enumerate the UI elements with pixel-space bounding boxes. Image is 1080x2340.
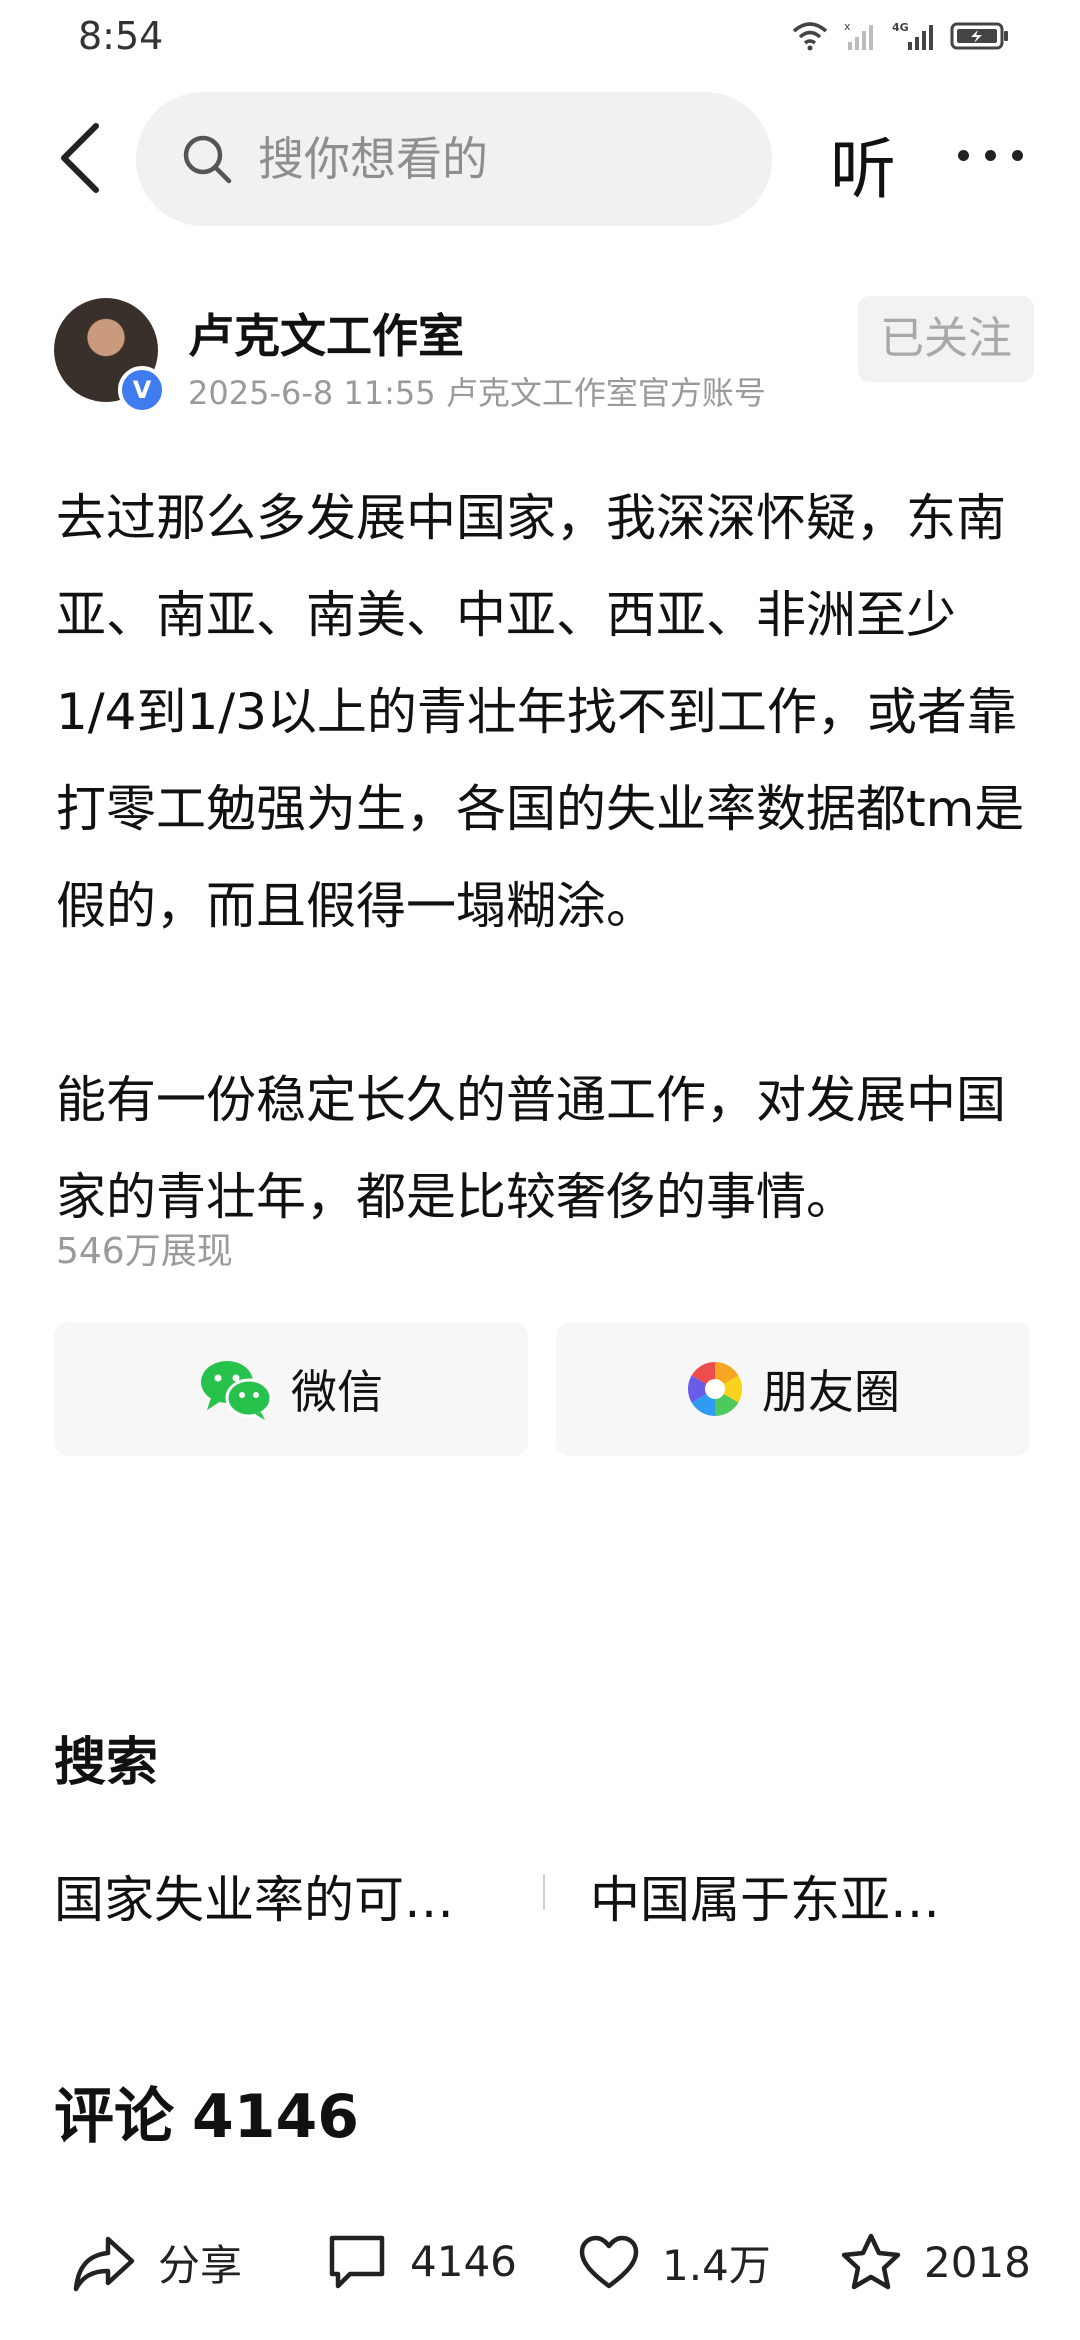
like-button[interactable]: 1.4万 — [578, 2232, 771, 2293]
signal-4g-icon: 4G — [892, 21, 933, 50]
author-name[interactable]: 卢克文工作室 — [188, 300, 464, 366]
comments-count: 4146 — [192, 2082, 359, 2152]
like-count: 1.4万 — [662, 2241, 771, 2290]
comment-icon — [329, 2235, 385, 2289]
search-input[interactable] — [256, 131, 740, 187]
back-icon — [61, 123, 99, 193]
share-label: 分享 — [158, 2241, 243, 2290]
follow-button[interactable]: 已关注 — [858, 296, 1034, 382]
more-icon[interactable] — [958, 150, 1023, 161]
search-suggestion[interactable]: 国家失业率的可… — [54, 1860, 454, 1932]
search-suggestion[interactable]: 中国属于东亚… — [590, 1860, 940, 1932]
comments-label: 评论 — [54, 2082, 174, 2152]
post-paragraph: 去过那么多发展中国家，我深深怀疑，东南亚、南亚、南美、中亚、西亚、非洲至少1/4… — [56, 489, 1025, 935]
share-wechat-button[interactable]: 微信 — [54, 1322, 528, 1456]
network-type-label: 4G — [892, 21, 909, 34]
share-icon — [73, 2236, 135, 2291]
status-time: 8:54 — [78, 14, 164, 58]
wechat-icon — [201, 1361, 273, 1420]
svg-text:x: x — [844, 20, 851, 33]
listen-button[interactable]: 听 — [830, 116, 896, 212]
post-paragraph: 能有一份稳定长久的普通工作，对发展中国家的青壮年，都是比较奢侈的事情。 — [56, 1071, 1006, 1226]
view-count: 546万展现 — [56, 1231, 233, 1272]
back-button[interactable] — [52, 118, 112, 198]
comments-heading: 评论 4146 — [54, 2068, 359, 2155]
search-box[interactable] — [136, 92, 772, 226]
favorite-button[interactable]: 2018 — [840, 2232, 1031, 2292]
share-moments-button[interactable]: 朋友圈 — [556, 1322, 1030, 1456]
signal-icon: x — [844, 20, 873, 50]
share-wechat-label: 微信 — [291, 1365, 383, 1419]
suggestion-divider — [543, 1874, 545, 1910]
wifi-icon — [792, 22, 828, 51]
share-button[interactable]: 分享 — [72, 2232, 242, 2293]
moments-icon — [687, 1362, 743, 1416]
post-meta: 2025-6-8 11:55 卢克文工作室官方账号 — [188, 374, 766, 412]
verified-badge: V — [118, 366, 166, 414]
heart-icon — [579, 2235, 639, 2288]
share-moments-label: 朋友圈 — [762, 1365, 900, 1419]
status-icons: x 4G — [790, 20, 1010, 52]
post-body: 去过那么多发展中国家，我深深怀疑，东南亚、南亚、南美、中亚、西亚、非洲至少1/4… — [56, 470, 1036, 1246]
star-icon — [841, 2233, 901, 2290]
favorite-count: 2018 — [924, 2237, 1031, 2287]
search-section-title: 搜索 — [54, 1733, 159, 1793]
comment-button[interactable]: 4146 — [326, 2232, 517, 2290]
comment-count: 4146 — [410, 2236, 517, 2286]
search-icon — [183, 135, 232, 184]
battery-charging-icon — [950, 22, 1008, 50]
